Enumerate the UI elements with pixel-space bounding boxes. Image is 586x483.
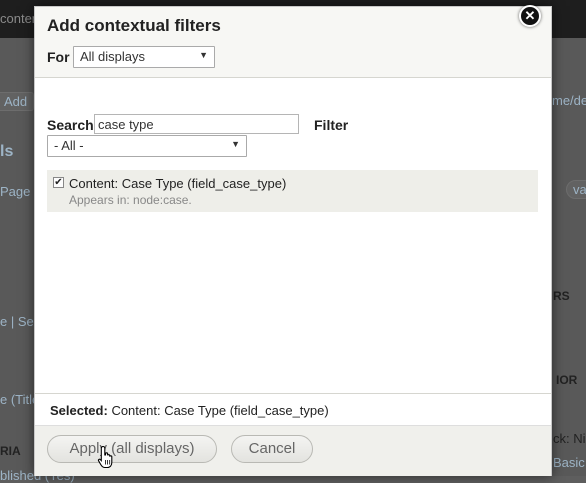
selected-summary: Selected: Content: Case Type (field_case… [35, 393, 551, 426]
selected-value: Content: Case Type (field_case_type) [111, 403, 329, 418]
hand-cursor-icon [97, 445, 113, 469]
add-contextual-filters-dialog: Add contextual filters For All displays … [34, 6, 552, 476]
background-heading: ls [0, 143, 14, 160]
background-sep-text: e | Se [0, 314, 34, 329]
background-add-button: Add [0, 92, 35, 111]
filter-category-select[interactable]: - All - ▼ [47, 135, 247, 157]
apply-button[interactable]: Apply (all displays) [47, 435, 217, 463]
background-rs-text: RS [553, 289, 570, 303]
filter-option-appears-in: Appears in: node:case. [69, 193, 192, 207]
background-path-text: me/de [552, 93, 586, 108]
selected-label: Selected: [50, 403, 108, 418]
chevron-down-icon: ▼ [199, 50, 208, 60]
chevron-down-icon: ▼ [231, 139, 240, 149]
background-ior-text: IOR [556, 373, 578, 387]
filter-option-title[interactable]: Content: Case Type (field_case_type) [69, 176, 286, 191]
for-label: For [47, 49, 70, 65]
for-displays-select[interactable]: All displays ▼ [73, 46, 215, 68]
for-displays-select-value: All displays [80, 49, 146, 64]
dialog-title: Add contextual filters [47, 16, 221, 35]
filter-label: Filter [314, 117, 349, 133]
background-ck-text: ck: Ni [553, 431, 586, 446]
close-icon[interactable]: ✕ [519, 5, 541, 27]
dialog-header: Add contextual filters For All displays … [35, 7, 551, 78]
cancel-button[interactable]: Cancel [231, 435, 313, 463]
filter-option-row[interactable]: ✔ Content: Case Type (field_case_type) A… [47, 170, 538, 212]
background-page-link: Page [0, 184, 31, 199]
background-ria-text: RIA [0, 444, 21, 458]
background-basic-text: Basic [553, 455, 585, 470]
search-input[interactable] [94, 114, 299, 134]
filter-option-checkbox[interactable]: ✔ [53, 177, 64, 188]
filter-category-select-value: - All - [54, 138, 84, 153]
search-label: Search [47, 117, 94, 133]
selected-summary-text: Selected: Content: Case Type (field_case… [50, 403, 329, 418]
background-va-button: va [566, 180, 586, 199]
